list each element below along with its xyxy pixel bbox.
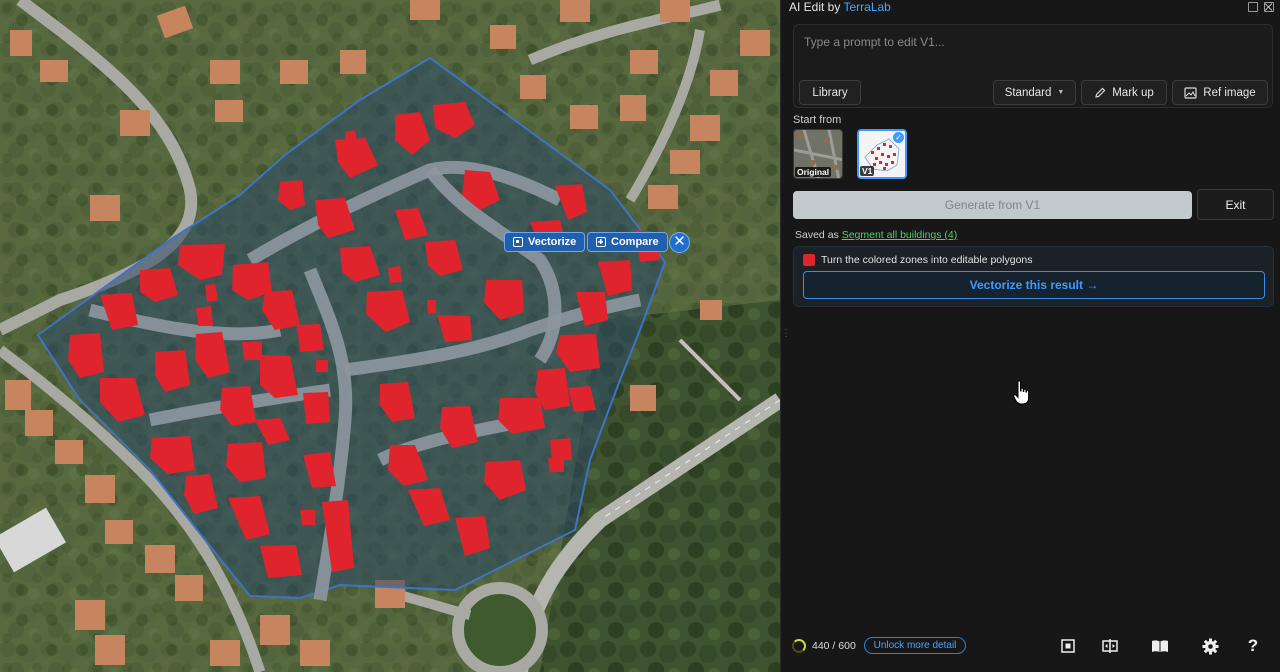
markup-button[interactable]: Mark up xyxy=(1081,80,1167,105)
window-controls xyxy=(1248,2,1274,12)
standard-dropdown[interactable]: Standard ▼ xyxy=(993,80,1076,105)
vectorize-overlay-button[interactable]: Vectorize xyxy=(504,232,586,252)
standard-label: Standard xyxy=(1004,86,1052,99)
close-panel-icon[interactable] xyxy=(1264,2,1274,12)
compare-view-icon[interactable] xyxy=(1100,636,1120,656)
saved-as-row: Saved as Segment all buildings (4) xyxy=(795,229,957,241)
thumb-v1-label: V1 xyxy=(860,166,875,176)
vectorize-overlay-label: Vectorize xyxy=(528,236,577,248)
expand-icon[interactable] xyxy=(1248,2,1258,12)
check-icon: ✓ xyxy=(893,132,904,143)
panel-title: AI Edit by TerraLab xyxy=(789,0,891,14)
brand-link[interactable]: TerraLab xyxy=(843,0,890,14)
ref-image-label: Ref image xyxy=(1203,86,1256,99)
thumb-original-label: Original xyxy=(795,167,832,177)
start-from-label: Start from xyxy=(793,114,842,126)
compare-icon xyxy=(596,237,606,247)
ai-edit-panel: AI Edit by TerraLab Library Standard ▼ M… xyxy=(780,0,1280,672)
library-button[interactable]: Library xyxy=(799,80,861,105)
prompt-box: Library Standard ▼ Mark up Ref image xyxy=(793,24,1273,108)
thumb-original[interactable]: Original xyxy=(793,129,843,179)
vectorize-result-button[interactable]: Vectorize this result → xyxy=(803,271,1265,299)
generate-button[interactable]: Generate from V1 xyxy=(793,191,1192,219)
vectorize-card: Turn the colored zones into editable pol… xyxy=(793,246,1274,307)
compare-overlay-button[interactable]: Compare xyxy=(587,232,668,252)
gear-icon[interactable] xyxy=(1200,636,1220,656)
image-icon xyxy=(1184,86,1197,99)
caret-down-icon: ▼ xyxy=(1057,89,1065,96)
red-swatch xyxy=(803,254,815,266)
markup-label: Mark up xyxy=(1112,86,1154,99)
exit-button[interactable]: Exit xyxy=(1197,189,1274,220)
panel-resize-handle[interactable]: ⋮ xyxy=(781,328,791,344)
vectorize-icon xyxy=(513,237,523,247)
ref-image-button[interactable]: Ref image xyxy=(1172,80,1268,105)
unlock-detail-button[interactable]: Unlock more detail xyxy=(864,637,966,654)
compare-overlay-label: Compare xyxy=(611,236,659,248)
thumb-v1[interactable]: V1 ✓ xyxy=(857,129,907,179)
prompt-input[interactable] xyxy=(804,35,1244,49)
frame-icon[interactable] xyxy=(1058,636,1078,656)
map-canvas[interactable]: Vectorize Compare ✕ xyxy=(0,0,780,672)
panel-title-text: AI Edit by xyxy=(789,0,844,14)
book-icon[interactable] xyxy=(1150,636,1170,656)
library-label: Library xyxy=(812,86,848,99)
credits-ring-icon xyxy=(792,639,806,653)
close-overlay-icon[interactable]: ✕ xyxy=(669,232,690,253)
hand-cursor-icon xyxy=(1013,380,1030,405)
credits-counter: 440 / 600 xyxy=(812,640,856,652)
saved-prefix: Saved as xyxy=(795,229,842,241)
panel-footer: 440 / 600 Unlock more detail ? xyxy=(780,630,1280,662)
help-icon[interactable]: ? xyxy=(1243,636,1263,656)
aerial-map xyxy=(0,0,780,672)
saved-link[interactable]: Segment all buildings (4) xyxy=(842,229,958,241)
pencil-icon xyxy=(1095,87,1106,98)
vectorize-hint: Turn the colored zones into editable pol… xyxy=(821,254,1033,266)
